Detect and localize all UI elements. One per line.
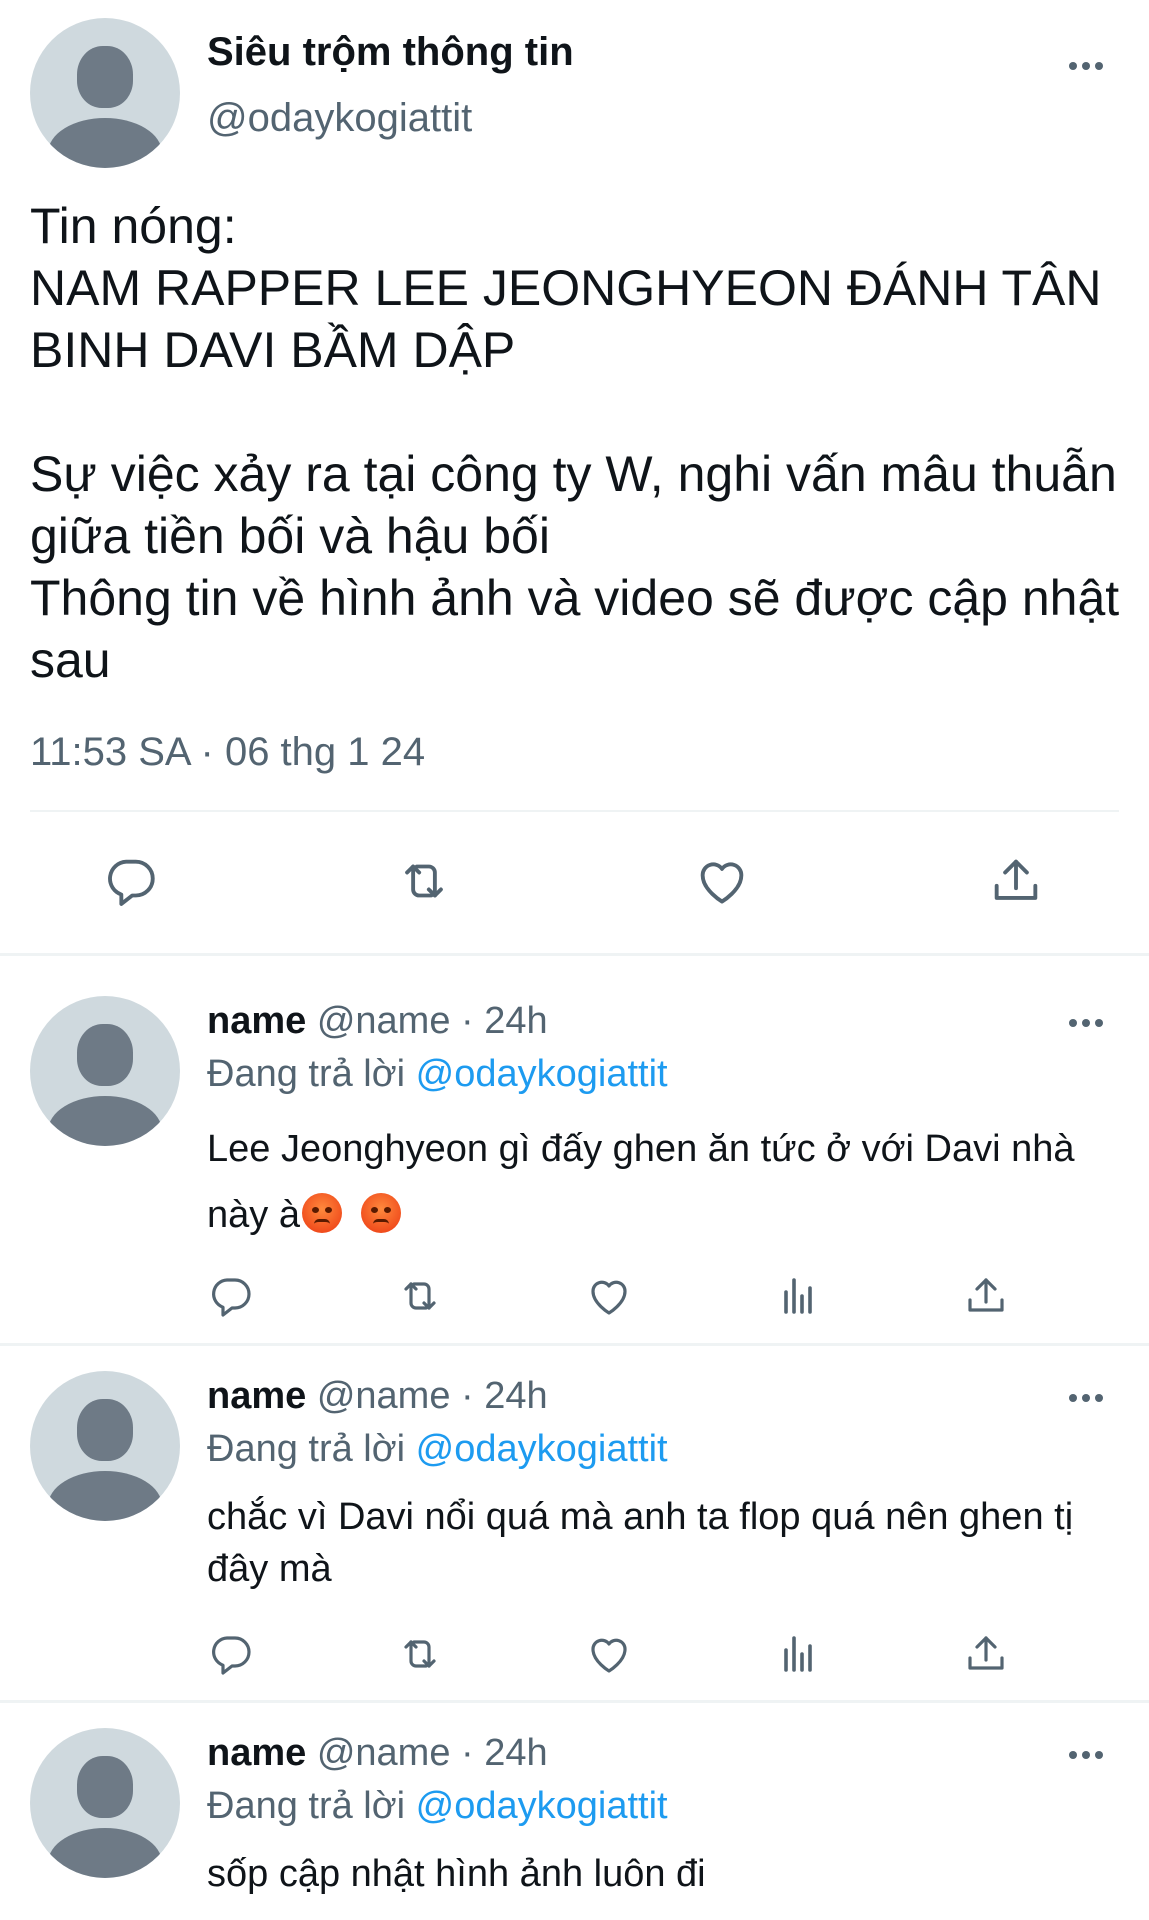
replying-to: Đang trả lời @odaykogiattit <box>207 1783 668 1829</box>
views-icon[interactable] <box>774 1630 822 1678</box>
share-icon[interactable] <box>962 1630 1010 1678</box>
views-icon[interactable] <box>774 1272 822 1320</box>
timestamp[interactable]: 11:53 SA · 06 thg 1 24 <box>30 728 425 776</box>
avatar[interactable] <box>30 996 180 1146</box>
retweet-icon[interactable] <box>396 1272 444 1320</box>
handle[interactable]: @odaykogiattit <box>207 94 472 142</box>
display-name[interactable]: name <box>207 1000 306 1042</box>
section-divider <box>0 1700 1149 1703</box>
retweet-icon[interactable] <box>396 1630 444 1678</box>
replying-label: Đang trả lời <box>207 1053 406 1095</box>
like-icon[interactable] <box>585 1630 633 1678</box>
reply-time[interactable]: · 24h <box>461 1375 548 1417</box>
reply-header: name @name · 24h <box>207 1730 548 1776</box>
mention-link[interactable]: @odaykogiattit <box>416 1785 668 1827</box>
mention-link[interactable]: @odaykogiattit <box>416 1428 668 1470</box>
section-divider <box>0 1343 1149 1346</box>
reply-icon[interactable] <box>207 1630 255 1678</box>
reply-time[interactable]: · 24h <box>461 1000 548 1042</box>
more-icon[interactable] <box>1069 1394 1103 1402</box>
display-name[interactable]: name <box>207 1375 306 1417</box>
display-name[interactable]: name <box>207 1732 306 1774</box>
like-icon[interactable] <box>585 1272 633 1320</box>
avatar[interactable] <box>30 1371 180 1521</box>
like-icon[interactable] <box>693 852 751 910</box>
avatar[interactable] <box>30 1728 180 1878</box>
replying-label: Đang trả lời <box>207 1428 406 1470</box>
display-name[interactable]: Siêu trộm thông tin <box>207 28 574 76</box>
more-icon[interactable] <box>1069 1751 1103 1759</box>
retweet-icon[interactable] <box>395 852 453 910</box>
handle[interactable]: @name <box>317 1732 451 1774</box>
reply-header: name @name · 24h <box>207 998 548 1044</box>
avatar[interactable] <box>30 18 180 168</box>
section-divider <box>0 953 1149 956</box>
reply-header: name @name · 24h <box>207 1373 548 1419</box>
reply-text: chắc vì Davi nổi quá mà anh ta flop quá … <box>207 1496 1084 1590</box>
reply-text: sốp cập nhật hình ảnh luôn đi <box>207 1853 706 1895</box>
mention-link[interactable]: @odaykogiattit <box>416 1053 668 1095</box>
reply-icon[interactable] <box>102 852 160 910</box>
reply-icon[interactable] <box>207 1272 255 1320</box>
reply-time[interactable]: · 24h <box>461 1732 548 1774</box>
divider <box>30 810 1119 812</box>
replying-to: Đang trả lời @odaykogiattit <box>207 1051 668 1097</box>
share-icon[interactable] <box>962 1272 1010 1320</box>
more-icon[interactable] <box>1069 1019 1103 1027</box>
angry-face-icon <box>360 1193 401 1233</box>
tweet-text: Tin nóng: NAM RAPPER LEE JEONGHYEON ĐÁNH… <box>30 198 1120 688</box>
more-icon[interactable] <box>1069 62 1103 70</box>
share-icon[interactable] <box>987 852 1045 910</box>
replying-to: Đang trả lời @odaykogiattit <box>207 1426 668 1472</box>
handle[interactable]: @name <box>317 1375 451 1417</box>
handle[interactable]: @name <box>317 1000 451 1042</box>
reply-text: Lee Jeonghyeon gì đấy ghen ăn tức ở với … <box>207 1116 1127 1248</box>
angry-face-icon <box>301 1193 342 1233</box>
replying-label: Đang trả lời <box>207 1785 406 1827</box>
